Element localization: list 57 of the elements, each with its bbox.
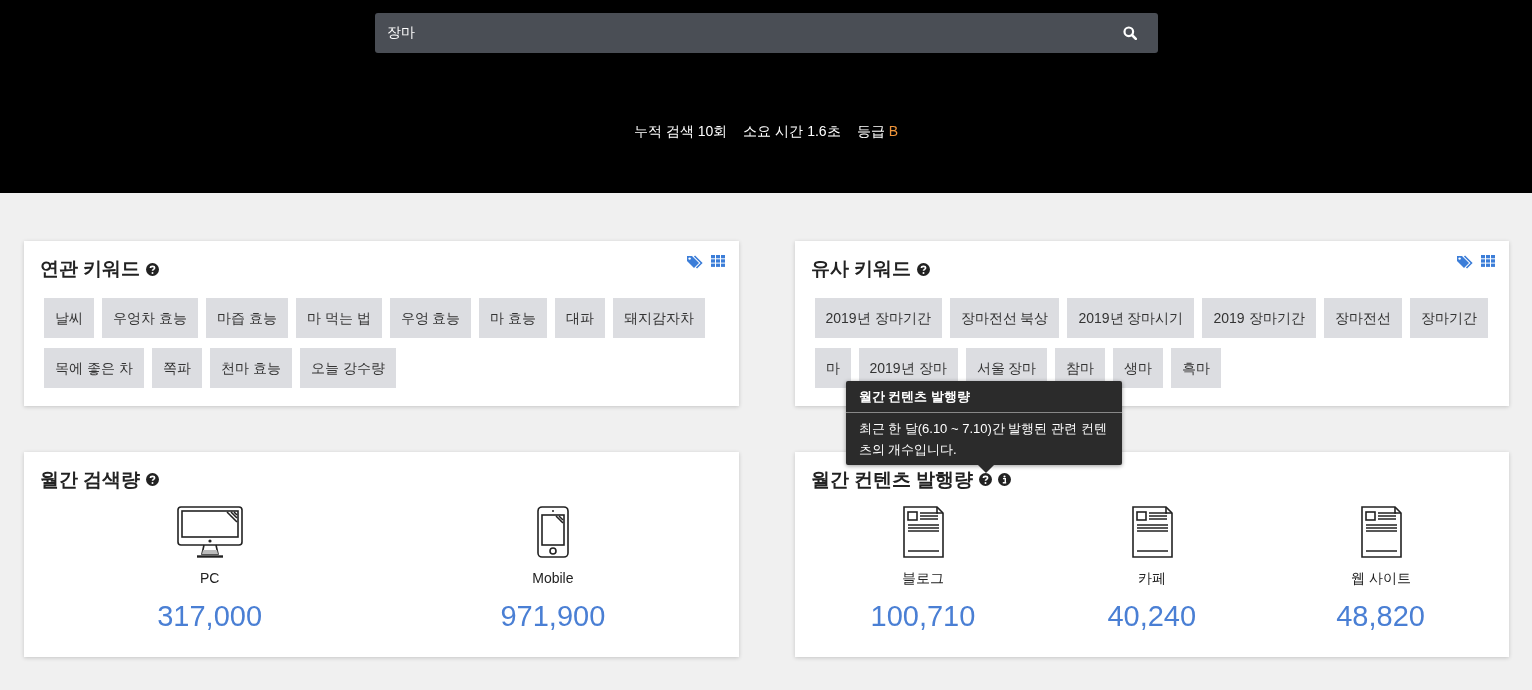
monitor-icon [176,506,243,558]
help-icon[interactable] [146,473,160,487]
grade-label: 등급 [856,123,885,139]
keyword-tag[interactable]: 마 효능 [479,297,548,338]
keyword-tag[interactable]: 우엉 효능 [389,297,472,338]
keyword-tag[interactable]: 대파 [555,297,606,338]
help-icon[interactable] [979,473,993,487]
grade-value: B [888,123,898,139]
tooltip-title: 월간 컨텐츠 발행량 [845,381,1122,413]
keyword-tag[interactable]: 마 [814,347,851,388]
metric-label: 웹 사이트 [1350,569,1411,588]
help-icon[interactable] [916,262,930,276]
stat-text: 소요 시간 1.6초 [743,123,841,139]
keyword-tag[interactable]: 2019년 장마시기 [1067,297,1195,338]
keyword-tag[interactable]: 장마전선 [1323,297,1402,338]
help-icon[interactable] [146,262,160,276]
keyword-tag[interactable]: 천마 효능 [209,347,292,388]
keyword-tag[interactable]: 2019년 장마기간 [814,297,942,338]
stat-text: 누적 검색 10회 [634,123,728,139]
document-icon [1359,506,1402,558]
keyword-tag[interactable]: 장마기간 [1409,297,1488,338]
info-icon[interactable] [998,473,1012,487]
phone-icon [536,506,569,558]
grid-icon[interactable] [710,255,725,267]
tag-icon[interactable] [686,255,703,269]
keyword-tag[interactable]: 오늘 강수량 [299,347,396,388]
keyword-tag[interactable]: 2019 장마기간 [1202,297,1316,338]
tag-icon[interactable] [1457,255,1473,269]
metric-label: 블로그 [901,569,944,588]
document-icon [901,506,944,558]
metric-label: Mobile [532,569,574,588]
keyword-tag[interactable]: 날씨 [44,297,94,338]
metric-value: 971,900 [500,599,606,634]
keyword-tag[interactable]: 목에 좋은 차 [44,347,144,388]
keyword-tag[interactable]: 쪽파 [151,347,202,388]
panel-title: 월간 검색량 [40,467,141,492]
metric-value: 317,000 [157,599,263,634]
keyword-tag[interactable]: 우엉차 효능 [102,297,198,338]
keyword-tag[interactable]: 돼지감자차 [613,297,706,338]
panel-title: 연관 키워드 [40,257,141,281]
keyword-tag[interactable]: 생마 [1113,347,1164,388]
panel-title: 월간 컨텐츠 발행량 [810,467,974,492]
tooltip-text: 최근 한 달(6.10 ~ 7.10)간 발행된 관련 컨텐츠의 개수입니다. [857,419,1108,459]
keyword-tag[interactable]: 흑마 [1171,347,1222,388]
metric-label: PC [199,569,220,588]
grid-icon[interactable] [1481,255,1495,267]
document-icon [1130,506,1173,558]
keyword-tag[interactable]: 마 먹는 법 [295,297,382,338]
keyword-tag[interactable]: 장마전선 북상 [949,297,1060,338]
metric-value: 100,710 [870,599,976,634]
search-field[interactable]: 장마 [374,13,1158,53]
keyword-tag[interactable]: 마즙 효능 [205,297,288,338]
panel-title: 유사 키워드 [810,257,911,281]
metric-label: 카페 [1137,569,1166,588]
metric-value: 48,820 [1336,599,1425,634]
search-icon[interactable] [1122,26,1137,40]
metric-value: 40,240 [1107,599,1197,634]
